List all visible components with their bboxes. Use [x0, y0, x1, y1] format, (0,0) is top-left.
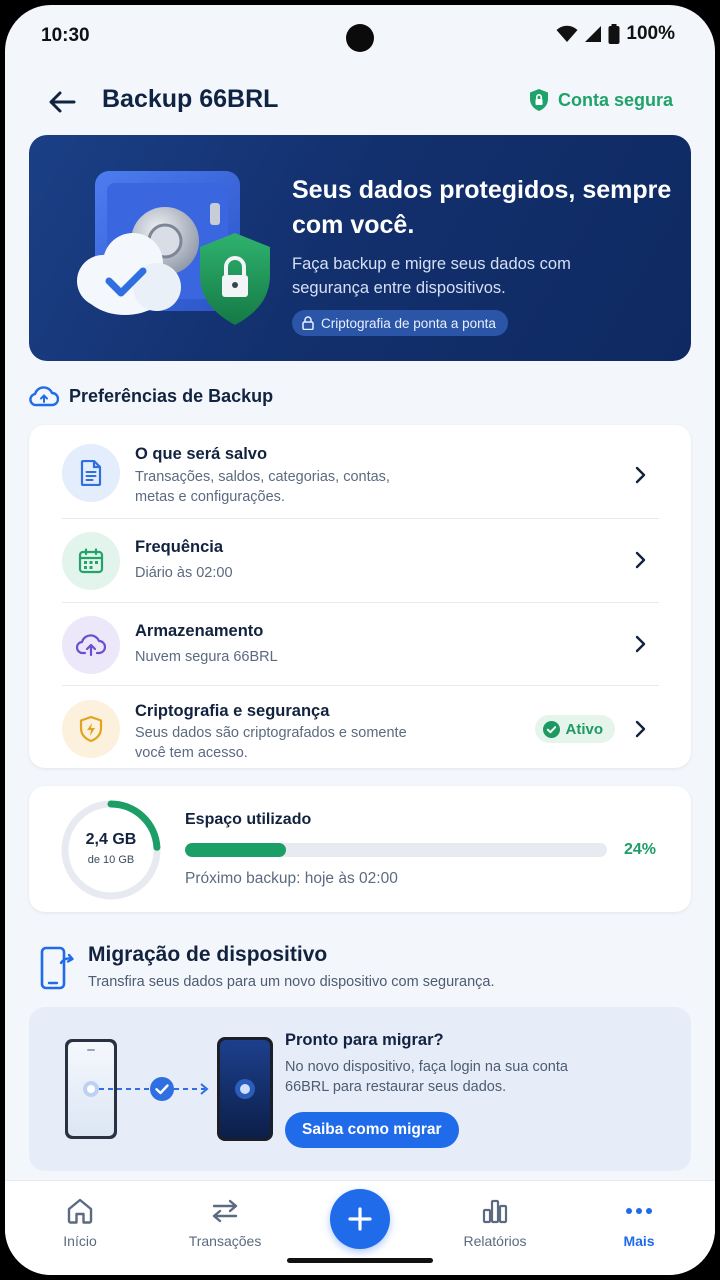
- learn-how-to-migrate-button[interactable]: Saiba como migrar: [285, 1112, 459, 1148]
- phone-screen: 10:30 100% Backup 66BRL Conta segura Seu…: [5, 5, 715, 1275]
- pref-label: Frequência: [135, 538, 224, 556]
- secure-account-badge[interactable]: Conta segura: [528, 88, 673, 112]
- active-status-badge: Ativo: [534, 715, 615, 743]
- chevron-right-icon: [635, 635, 646, 653]
- add-transaction-button[interactable]: [330, 1189, 390, 1249]
- chevron-right-icon: [635, 551, 646, 569]
- home-indicator[interactable]: [287, 1258, 433, 1263]
- storage-usage-card: 2,4 GB de 10 GB Espaço utilizado 24% Pró…: [29, 786, 691, 912]
- storage-ring-chart: [61, 800, 161, 900]
- storage-percent: 24%: [623, 841, 656, 858]
- chevron-right-icon: [635, 466, 646, 484]
- migration-title: Migração de dispositivo: [88, 943, 328, 966]
- pref-row-what-saved[interactable]: O que será salvo Transações, saldos, cat…: [29, 425, 691, 518]
- encryption-chip-label: Criptografia de ponta a ponta: [321, 315, 496, 331]
- status-bar: 10:30 100%: [5, 5, 715, 67]
- chevron-right-icon: [635, 720, 646, 738]
- storage-progress-bar: [185, 843, 607, 857]
- pref-desc: Seus dados são criptografados e somente …: [135, 725, 407, 761]
- front-camera: [346, 24, 374, 52]
- calendar-icon: [62, 532, 120, 590]
- device-migration-icon: [65, 1037, 273, 1141]
- nav-item-mais[interactable]: Mais: [584, 1195, 694, 1249]
- nav-label: Relatórios: [463, 1233, 527, 1249]
- hero-banner: Seus dados protegidos, sempre com você. …: [29, 135, 691, 361]
- cloud-upload-icon: [62, 616, 120, 674]
- nav-item-transacoes[interactable]: Transações: [170, 1195, 280, 1249]
- migration-subtitle: Transfira seus dados para um novo dispos…: [88, 974, 495, 990]
- cloud-icon: [29, 386, 59, 407]
- transfer-icon: [212, 1199, 238, 1223]
- storage-total: de 10 GB: [87, 854, 135, 866]
- back-button[interactable]: [45, 85, 79, 119]
- hero-title: Seus dados protegidos, sempre com você.: [292, 176, 672, 239]
- wifi-icon: [556, 25, 578, 42]
- bar-chart-icon: [482, 1199, 508, 1224]
- shield-lock-icon: [529, 89, 548, 111]
- pref-row-frequency[interactable]: Frequência Diário às 02:00: [29, 519, 691, 602]
- storage-used: 2,4 GB: [85, 831, 137, 848]
- backup-preferences-title: Preferências de Backup: [69, 385, 274, 406]
- pref-desc: Nuvem segura 66BRL: [135, 649, 278, 665]
- check-circle-icon: [542, 720, 560, 738]
- pref-label: Armazenamento: [135, 622, 264, 640]
- nav-label: Transações: [188, 1233, 262, 1249]
- app-header: Backup 66BRL Conta segura: [5, 67, 715, 137]
- phone-transfer-icon: [40, 946, 74, 990]
- battery-icon: [608, 24, 620, 44]
- page-title: Backup 66BRL: [102, 85, 279, 113]
- home-icon: [67, 1198, 93, 1224]
- migration-card: Pronto para migrar? No novo dispositivo,…: [29, 1007, 691, 1171]
- arrow-left-icon: [49, 91, 76, 113]
- signal-icon: [585, 26, 602, 42]
- nav-label: Início: [63, 1233, 97, 1249]
- safe-illustration-icon: [77, 171, 270, 325]
- encryption-chip: Criptografia de ponta a ponta: [292, 310, 508, 336]
- pref-desc: Diário às 02:00: [135, 565, 233, 581]
- hero-subtitle: Faça backup e migre seus dados com segur…: [292, 255, 571, 297]
- secure-account-label: Conta segura: [557, 89, 673, 110]
- next-backup-text: Próximo backup: hoje às 02:00: [185, 870, 398, 887]
- battery-level: 100%: [626, 23, 675, 44]
- active-status-label: Ativo: [565, 720, 604, 738]
- pref-label: O que será salvo: [135, 445, 268, 463]
- nav-item-inicio[interactable]: Início: [25, 1195, 135, 1249]
- storage-progress-fill: [185, 843, 287, 857]
- plus-icon: [348, 1207, 372, 1231]
- pref-label: Criptografia e segurança: [135, 702, 330, 720]
- lock-icon: [302, 316, 314, 330]
- backup-preferences-heading: Preferências de Backup: [29, 385, 273, 407]
- pref-row-storage[interactable]: Armazenamento Nuvem segura 66BRL: [29, 603, 691, 686]
- nav-item-relatorios[interactable]: Relatórios: [440, 1195, 550, 1249]
- ready-to-migrate-title: Pronto para migrar?: [285, 1031, 444, 1049]
- status-icons: 100%: [556, 23, 675, 45]
- more-icon: [626, 1208, 652, 1214]
- status-time: 10:30: [41, 25, 90, 46]
- pref-row-encryption[interactable]: Criptografia e segurança Seus dados são …: [29, 686, 691, 768]
- nav-label: Mais: [623, 1233, 655, 1249]
- backup-preferences-card: O que será salvo Transações, saldos, cat…: [29, 425, 691, 768]
- ready-to-migrate-desc: No novo dispositivo, faça login na sua c…: [285, 1059, 568, 1095]
- document-icon: [62, 444, 120, 502]
- pref-desc: Transações, saldos, categorias, contas, …: [135, 469, 390, 505]
- storage-title: Espaço utilizado: [185, 811, 312, 828]
- shield-icon: [62, 700, 120, 758]
